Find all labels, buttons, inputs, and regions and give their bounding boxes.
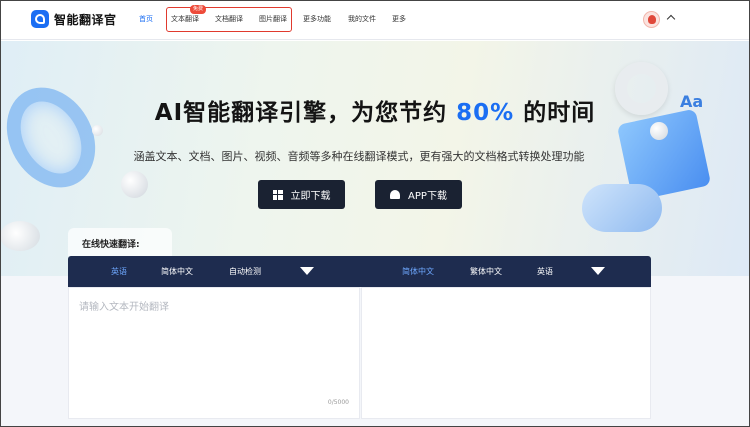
chevron-up-icon[interactable]	[666, 14, 676, 24]
target-lang-simplified-chinese[interactable]: 简体中文	[402, 266, 434, 277]
source-lang-english[interactable]: 英语	[111, 266, 127, 277]
decor-orb	[121, 171, 148, 198]
target-lang-dropdown-icon[interactable]	[591, 267, 605, 275]
decor-ring	[0, 71, 113, 204]
app-download-label: APP下载	[408, 191, 447, 202]
logo-text: 智能翻译官	[54, 12, 117, 27]
source-text-input[interactable]: 请输入文本开始翻译 0/5000	[68, 287, 360, 419]
char-counter: 0/5000	[327, 399, 349, 406]
input-placeholder: 请输入文本开始翻译	[79, 302, 169, 313]
hero-title-pre: AI智能翻译引擎，为您节约	[154, 100, 457, 126]
nav-more[interactable]: 更多	[392, 14, 406, 24]
android-icon	[390, 190, 401, 199]
top-nav: 智能翻译官 免费 首页 文本翻译 文档翻译 图片翻译 更多功能 我的文件 更多	[0, 0, 750, 40]
hero-title-highlight: 80%	[456, 100, 515, 126]
logo[interactable]: 智能翻译官	[31, 10, 117, 28]
decor-orb	[0, 221, 40, 251]
source-lang-simplified-chinese[interactable]: 简体中文	[161, 266, 193, 277]
nav-text-translate[interactable]: 文本翻译	[171, 14, 199, 24]
avatar[interactable]	[643, 11, 660, 28]
nav-my-files[interactable]: 我的文件	[348, 14, 376, 24]
language-bar: 英语 简体中文 自动检测 简体中文 繁体中文 英语	[68, 256, 651, 287]
source-lang-dropdown-icon[interactable]	[300, 267, 314, 275]
nav-doc-translate[interactable]: 文档翻译	[215, 14, 243, 24]
free-badge: 免费	[190, 5, 207, 14]
windows-download-button[interactable]: 立即下载	[258, 180, 345, 209]
nav-image-translate[interactable]: 图片翻译	[259, 14, 287, 24]
nav-more-features[interactable]: 更多功能	[303, 14, 331, 24]
quick-translate-label: 在线快速翻译:	[82, 240, 140, 250]
logo-icon	[31, 10, 49, 28]
cloud-icon	[582, 184, 662, 232]
nav-home[interactable]: 首页	[139, 14, 153, 24]
target-lang-english[interactable]: 英语	[537, 266, 553, 277]
source-lang-auto-detect[interactable]: 自动检测	[229, 266, 261, 277]
target-lang-traditional-chinese[interactable]: 繁体中文	[470, 266, 502, 277]
hero-title: AI智能翻译引擎，为您节约 80% 的时间	[0, 93, 750, 127]
translation-output	[361, 287, 651, 419]
windows-icon	[272, 189, 283, 200]
hero-subtitle: 涵盖文本、文档、图片、视频、音频等多种在线翻译模式，更有强大的文档格式转换处理功…	[133, 150, 585, 163]
windows-download-label: 立即下载	[290, 191, 331, 202]
app-download-button[interactable]: APP下载	[375, 180, 462, 209]
hero-title-post: 的时间	[514, 100, 596, 126]
